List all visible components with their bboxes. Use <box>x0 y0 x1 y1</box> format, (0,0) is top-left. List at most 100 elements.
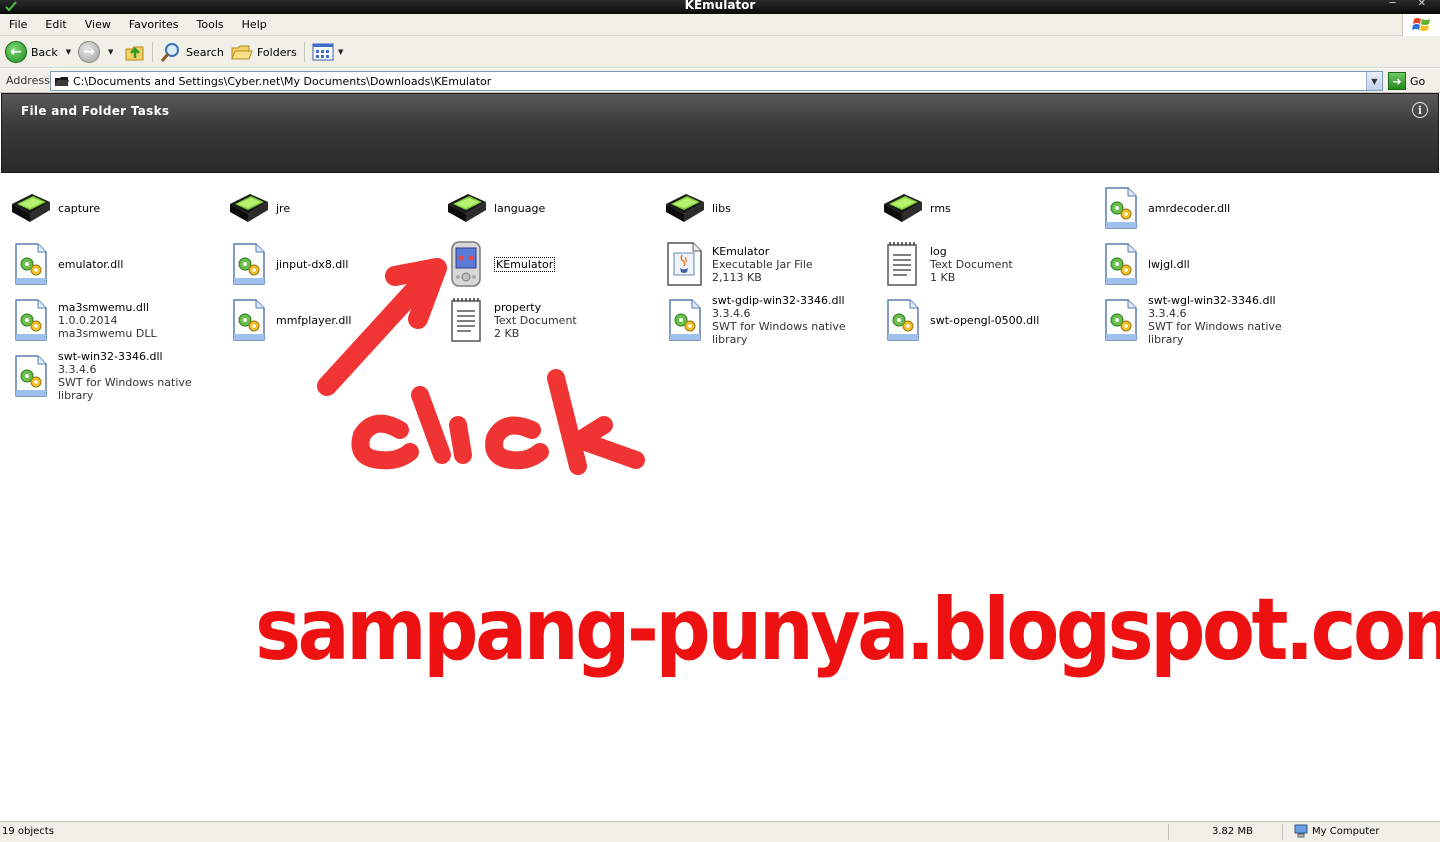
folder-icon <box>880 186 924 230</box>
window-title: KEmulator <box>684 0 756 12</box>
file-item[interactable]: mmfplayer.dll <box>226 294 436 346</box>
file-name: log <box>930 244 947 258</box>
total-size: 3.82 MB <box>1212 826 1253 837</box>
file-item[interactable]: swt-win32-3346.dll 3.3.4.6 SWT for Windows… <box>8 350 218 402</box>
info-icon[interactable]: i <box>1412 102 1428 118</box>
file-detail: 2,113 KB <box>712 270 762 284</box>
file-item[interactable]: jre <box>226 182 436 234</box>
file-item[interactable]: swt-gdip-win32-3346.dll 3.3.4.6 SWT for Wi… <box>662 294 872 346</box>
file-item[interactable]: log Text Document 1 KB <box>880 238 1090 290</box>
file-item[interactable]: jinput-dx8.dll <box>226 238 436 290</box>
folders-button[interactable]: Folders <box>231 40 297 64</box>
back-button[interactable]: ← Back ▼ <box>5 40 71 64</box>
file-item[interactable]: property Text Document 2 KB <box>444 294 654 346</box>
file-item[interactable]: rms <box>880 182 1090 234</box>
dll-icon <box>8 242 52 286</box>
file-item[interactable]: capture <box>8 182 218 234</box>
go-label: Go <box>1410 74 1426 88</box>
file-meta: KEmulator <box>494 256 556 272</box>
windows-logo-icon <box>1402 14 1440 36</box>
app-device-icon <box>444 241 488 287</box>
file-name: KEmulator <box>712 244 770 258</box>
file-meta: jre <box>276 202 290 215</box>
file-meta: mmfplayer.dll <box>276 314 351 327</box>
up-folder-button[interactable] <box>124 40 146 64</box>
file-meta: swt-opengl-0500.dll <box>930 314 1039 327</box>
file-item[interactable]: KEmulator <box>444 238 654 290</box>
address-box[interactable]: ▼ <box>50 71 1383 91</box>
file-item[interactable]: swt-opengl-0500.dll <box>880 294 1090 346</box>
file-detail: SWT for Windows native library <box>58 376 192 402</box>
file-detail: 3.3.4.6 <box>58 363 97 376</box>
status-separator <box>1168 824 1169 840</box>
file-detail: 3.3.4.6 <box>1148 307 1187 320</box>
file-item[interactable]: KEmulator Executable Jar File 2,113 KB <box>662 238 872 290</box>
dll-icon <box>662 298 706 342</box>
file-item[interactable]: emulator.dll <box>8 238 218 290</box>
file-item[interactable]: libs <box>662 182 872 234</box>
title-bar: KEmulator ─ ✕ <box>0 0 1440 14</box>
address-input[interactable] <box>73 74 1366 88</box>
file-name: amrdecoder.dll <box>1148 201 1231 215</box>
file-item[interactable]: amrdecoder.dll <box>1098 182 1308 234</box>
file-meta: lwjgl.dll <box>1148 258 1190 271</box>
file-meta: rms <box>930 202 951 215</box>
tasks-title[interactable]: File and Folder Tasks <box>21 104 169 118</box>
file-detail: 3.3.4.6 <box>712 307 751 320</box>
file-name: mmfplayer.dll <box>276 313 352 327</box>
search-label: Search <box>186 45 224 59</box>
file-meta: libs <box>712 202 731 215</box>
search-button[interactable]: Search <box>160 40 224 64</box>
file-meta: ma3smwemu.dll 1.0.0.2014 ma3smwemu DLL <box>58 301 157 340</box>
go-arrow-icon: ➜ <box>1388 72 1406 90</box>
up-folder-icon <box>125 46 144 61</box>
file-detail: 1 KB <box>930 270 956 284</box>
file-detail: Text Document <box>494 313 577 327</box>
address-dropdown-icon[interactable]: ▼ <box>1366 72 1382 90</box>
status-separator <box>1282 824 1283 840</box>
file-name: lwjgl.dll <box>1148 257 1190 271</box>
back-arrow-icon: ← <box>5 41 27 63</box>
file-meta: capture <box>58 202 100 215</box>
forward-dropdown-icon[interactable]: ▼ <box>108 48 113 56</box>
dll-icon <box>880 298 924 342</box>
dll-icon <box>1098 242 1142 286</box>
file-folder-tasks-panel: File and Folder Tasks i <box>1 93 1439 173</box>
file-detail: ma3smwemu DLL <box>58 326 157 340</box>
dll-icon <box>1098 186 1142 230</box>
file-name: rms <box>930 201 951 215</box>
file-detail: Executable Jar File <box>712 257 813 271</box>
file-name: swt-gdip-win32-3346.dll <box>712 294 845 307</box>
file-detail: SWT for Windows native library <box>1148 320 1282 346</box>
views-button[interactable]: ▼ <box>312 40 343 64</box>
file-item[interactable]: ma3smwemu.dll 1.0.0.2014 ma3smwemu DLL <box>8 294 218 346</box>
file-item[interactable]: language <box>444 182 654 234</box>
status-bar: 19 objects 3.82 MB My Computer <box>0 821 1440 842</box>
file-item[interactable]: swt-wgl-win32-3346.dll 3.3.4.6 SWT for Win… <box>1098 294 1308 346</box>
menu-help[interactable]: Help <box>233 18 276 31</box>
file-name: capture <box>58 201 101 215</box>
forward-arrow-icon: → <box>78 41 100 63</box>
dll-icon <box>1098 298 1142 342</box>
folder-small-icon <box>55 76 69 86</box>
dll-icon <box>8 354 52 398</box>
minimize-icon[interactable]: ─ <box>1390 0 1396 9</box>
back-dropdown-icon[interactable]: ▼ <box>66 48 71 56</box>
toolbar-separator <box>152 42 153 62</box>
close-icon[interactable]: ✕ <box>1418 0 1426 9</box>
folders-label: Folders <box>257 45 297 59</box>
views-dropdown-icon[interactable]: ▼ <box>338 48 343 56</box>
forward-button[interactable]: → ▼ <box>78 40 113 64</box>
menu-view[interactable]: View <box>76 18 120 31</box>
zone-indicator: My Computer <box>1294 824 1379 838</box>
file-name: ma3smwemu.dll <box>58 300 149 314</box>
menu-tools[interactable]: Tools <box>188 18 233 31</box>
file-name: swt-wgl-win32-3346.dll <box>1148 294 1276 307</box>
file-detail: 1.0.0.2014 <box>58 313 118 327</box>
menu-favorites[interactable]: Favorites <box>120 18 188 31</box>
menu-file[interactable]: File <box>0 18 36 31</box>
file-item[interactable]: lwjgl.dll <box>1098 238 1308 290</box>
views-grid-icon <box>312 43 334 61</box>
menu-edit[interactable]: Edit <box>36 18 75 31</box>
go-button[interactable]: ➜ Go <box>1388 72 1425 90</box>
